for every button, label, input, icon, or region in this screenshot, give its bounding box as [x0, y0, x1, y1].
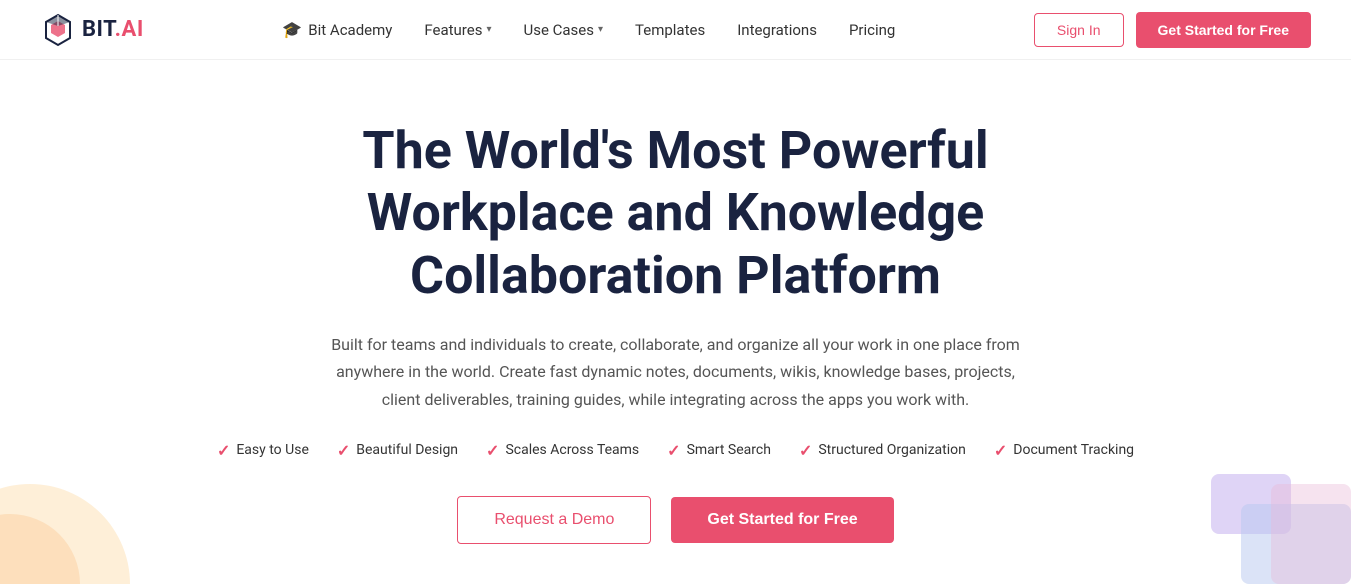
nav-item-usecases[interactable]: Use Cases ▾ — [523, 21, 603, 39]
check-icon-5: ✓ — [799, 441, 812, 460]
nav-item-templates[interactable]: Templates — [635, 21, 705, 39]
feature-smart-search: ✓ Smart Search — [667, 441, 771, 460]
feature-label-3: Scales Across Teams — [505, 442, 639, 458]
feature-structured-org: ✓ Structured Organization — [799, 441, 966, 460]
nav-templates-label: Templates — [635, 21, 705, 39]
features-chevron-icon: ▾ — [486, 24, 491, 35]
feature-document-tracking: ✓ Document Tracking — [994, 441, 1134, 460]
feature-label-5: Structured Organization — [818, 442, 966, 458]
feature-label-6: Document Tracking — [1013, 442, 1134, 458]
hero-section: The World's Most Powerful Workplace and … — [0, 60, 1351, 584]
feature-label-4: Smart Search — [687, 442, 771, 458]
usecases-chevron-icon: ▾ — [598, 24, 603, 35]
nav-link-pricing[interactable]: Pricing — [849, 21, 895, 39]
logo[interactable]: BIT.AI — [40, 12, 144, 48]
nav-links: 🎓 Bit Academy Features ▾ Use Cases ▾ Tem… — [282, 20, 895, 39]
hero-title-line2: Workplace and Knowledge Collaboration Pl… — [367, 182, 984, 305]
feature-beautiful-design: ✓ Beautiful Design — [337, 441, 458, 460]
check-icon-2: ✓ — [337, 441, 350, 460]
nav-link-integrations[interactable]: Integrations — [737, 21, 817, 39]
navbar: BIT.AI 🎓 Bit Academy Features ▾ Use Case… — [0, 0, 1351, 60]
logo-text: BIT.AI — [82, 17, 144, 42]
nav-link-usecases[interactable]: Use Cases ▾ — [523, 21, 603, 39]
nav-features-label: Features — [424, 21, 482, 39]
nav-actions: Sign In Get Started for Free — [1034, 12, 1311, 48]
check-icon-4: ✓ — [667, 441, 680, 460]
nav-link-features[interactable]: Features ▾ — [424, 21, 491, 39]
bg-shape-right — [1151, 454, 1351, 584]
nav-item-integrations[interactable]: Integrations — [737, 21, 817, 39]
bg-shape-left — [0, 454, 180, 584]
get-started-nav-button[interactable]: Get Started for Free — [1136, 12, 1311, 48]
nav-item-features[interactable]: Features ▾ — [424, 21, 491, 39]
nav-item-pricing[interactable]: Pricing — [849, 21, 895, 39]
features-list: ✓ Easy to Use ✓ Beautiful Design ✓ Scale… — [217, 441, 1134, 460]
feature-label-2: Beautiful Design — [356, 442, 458, 458]
nav-usecases-label: Use Cases — [523, 21, 594, 39]
get-started-hero-button[interactable]: Get Started for Free — [671, 497, 893, 543]
request-demo-button[interactable]: Request a Demo — [457, 496, 651, 544]
hero-title-line1: The World's Most Powerful — [362, 120, 988, 181]
check-icon-3: ✓ — [486, 441, 499, 460]
nav-link-templates[interactable]: Templates — [635, 21, 705, 39]
nav-pricing-label: Pricing — [849, 21, 895, 39]
signin-button[interactable]: Sign In — [1034, 13, 1124, 47]
check-icon-1: ✓ — [217, 441, 230, 460]
hero-subtitle: Built for teams and individuals to creat… — [316, 331, 1036, 413]
nav-integrations-label: Integrations — [737, 21, 817, 39]
feature-scales-teams: ✓ Scales Across Teams — [486, 441, 639, 460]
academy-icon: 🎓 — [282, 20, 302, 39]
nav-academy-label: Bit Academy — [308, 21, 392, 39]
logo-bit: BIT — [82, 17, 115, 42]
bit-logo-icon — [40, 12, 76, 48]
nav-link-academy[interactable]: 🎓 Bit Academy — [282, 20, 392, 39]
feature-easy-to-use: ✓ Easy to Use — [217, 441, 309, 460]
nav-item-academy[interactable]: 🎓 Bit Academy — [282, 20, 392, 39]
check-icon-6: ✓ — [994, 441, 1007, 460]
hero-title: The World's Most Powerful Workplace and … — [226, 120, 1126, 307]
logo-ai: .AI — [115, 17, 144, 42]
feature-label-1: Easy to Use — [236, 442, 309, 458]
hero-buttons: Request a Demo Get Started for Free — [457, 496, 893, 544]
